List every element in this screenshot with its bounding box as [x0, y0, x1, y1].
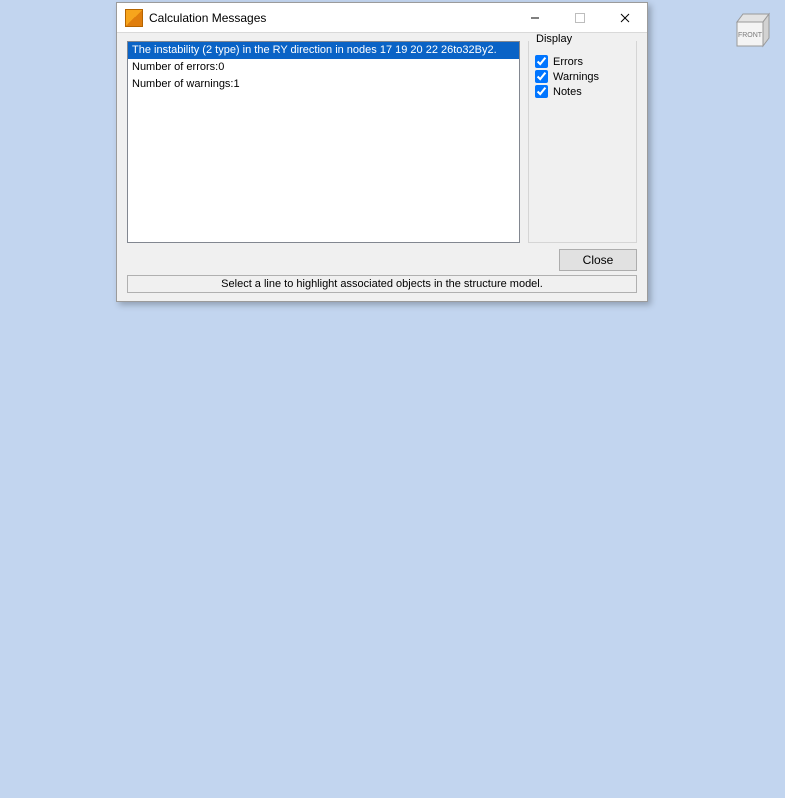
support [60, 640, 80, 726]
dialog-title: Calculation Messages [149, 11, 512, 25]
wall-side [600, 492, 640, 660]
minimize-button[interactable] [512, 3, 557, 32]
message-line[interactable]: Number of errors:0 [128, 59, 519, 76]
message-line[interactable]: Number of warnings:1 [128, 76, 519, 93]
display-group: Display Errors Warnings Notes [528, 41, 637, 243]
supports-group [60, 540, 725, 758]
errors-checkbox-label: Errors [553, 56, 583, 68]
viewcube-face-label: FRONT [738, 32, 763, 39]
wall-front [205, 500, 600, 698]
wall-mesh [205, 505, 600, 693]
viewcube[interactable]: FRONT [725, 4, 777, 56]
support [705, 540, 725, 626]
maximize-button [557, 3, 602, 32]
dialog-titlebar[interactable]: Calculation Messages [117, 3, 647, 33]
app-icon [125, 9, 143, 27]
notes-checkbox-input[interactable] [535, 85, 548, 98]
errors-checkbox[interactable]: Errors [535, 55, 630, 68]
hint-bar: Select a line to highlight associated ob… [127, 275, 637, 293]
nodes-group [78, 331, 731, 545]
notes-checkbox[interactable]: Notes [535, 85, 630, 98]
close-button[interactable]: Close [559, 249, 637, 271]
messages-list[interactable]: The instability (2 type) in the RY direc… [127, 41, 520, 243]
support [485, 695, 505, 755]
notes-checkbox-label: Notes [553, 86, 582, 98]
display-group-label: Display [533, 33, 575, 45]
support [130, 545, 150, 606]
warnings-checkbox[interactable]: Warnings [535, 70, 630, 83]
warnings-checkbox-label: Warnings [553, 71, 599, 83]
calculation-messages-dialog: Calculation Messages The instability (2 … [116, 2, 648, 302]
support [252, 700, 272, 758]
errors-checkbox-input[interactable] [535, 55, 548, 68]
close-window-button[interactable] [602, 3, 647, 32]
slab-top [20, 330, 756, 560]
message-line[interactable]: The instability (2 type) in the RY direc… [128, 42, 519, 59]
slab-opening [209, 398, 560, 518]
slab-edge [62, 495, 756, 572]
support [650, 650, 670, 727]
warnings-checkbox-input[interactable] [535, 70, 548, 83]
footing [195, 650, 660, 718]
